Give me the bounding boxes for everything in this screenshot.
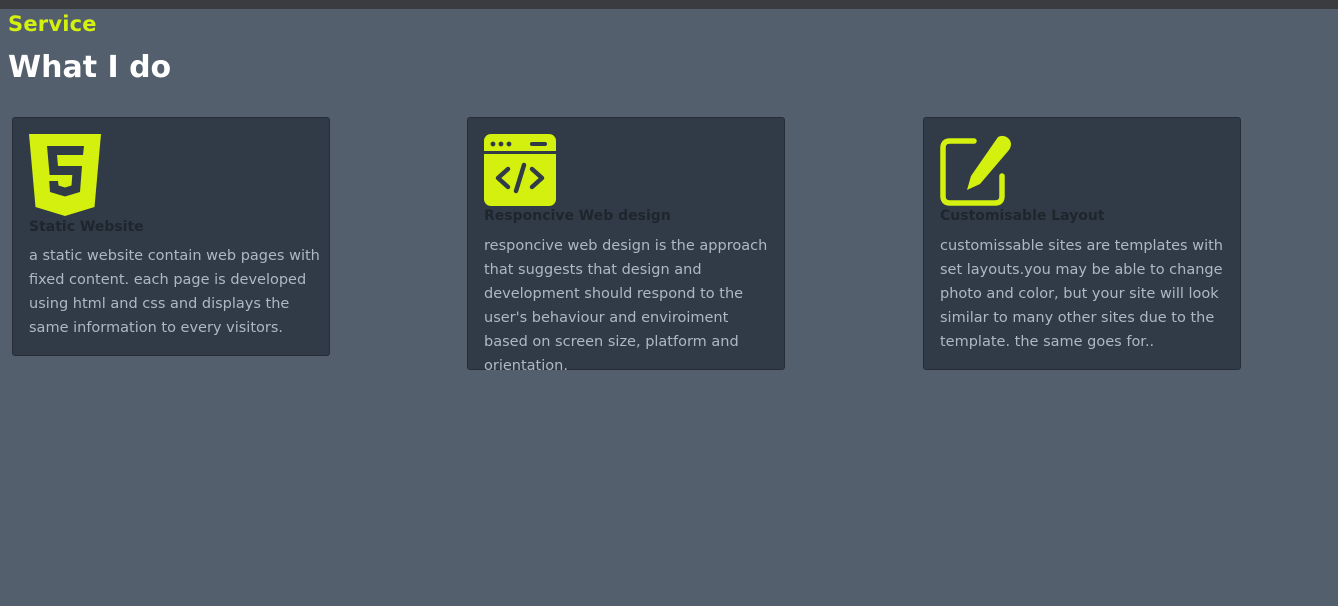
edit-icon bbox=[940, 134, 1012, 210]
html5-icon bbox=[29, 134, 101, 220]
top-bar bbox=[0, 0, 1338, 9]
code-window-icon bbox=[484, 134, 556, 210]
service-card-responsive-design: Responcive Web design responcive web des… bbox=[467, 117, 785, 374]
card-title: Static Website bbox=[29, 219, 144, 235]
service-card-customisable-layout: Customisable Layout customissable sites … bbox=[923, 117, 1241, 370]
card-title: Responcive Web design bbox=[484, 208, 671, 224]
page-title: What I do bbox=[8, 50, 172, 85]
card-description: responcive web design is the approach th… bbox=[484, 238, 768, 374]
card-description: customissable sites are templates with s… bbox=[940, 238, 1223, 350]
card-title: Customisable Layout bbox=[940, 208, 1105, 224]
service-card-static-website: Static Website a static website contain … bbox=[12, 117, 330, 356]
card-description: a static website contain web pages with … bbox=[29, 248, 320, 336]
section-eyebrow: Service bbox=[8, 12, 97, 36]
